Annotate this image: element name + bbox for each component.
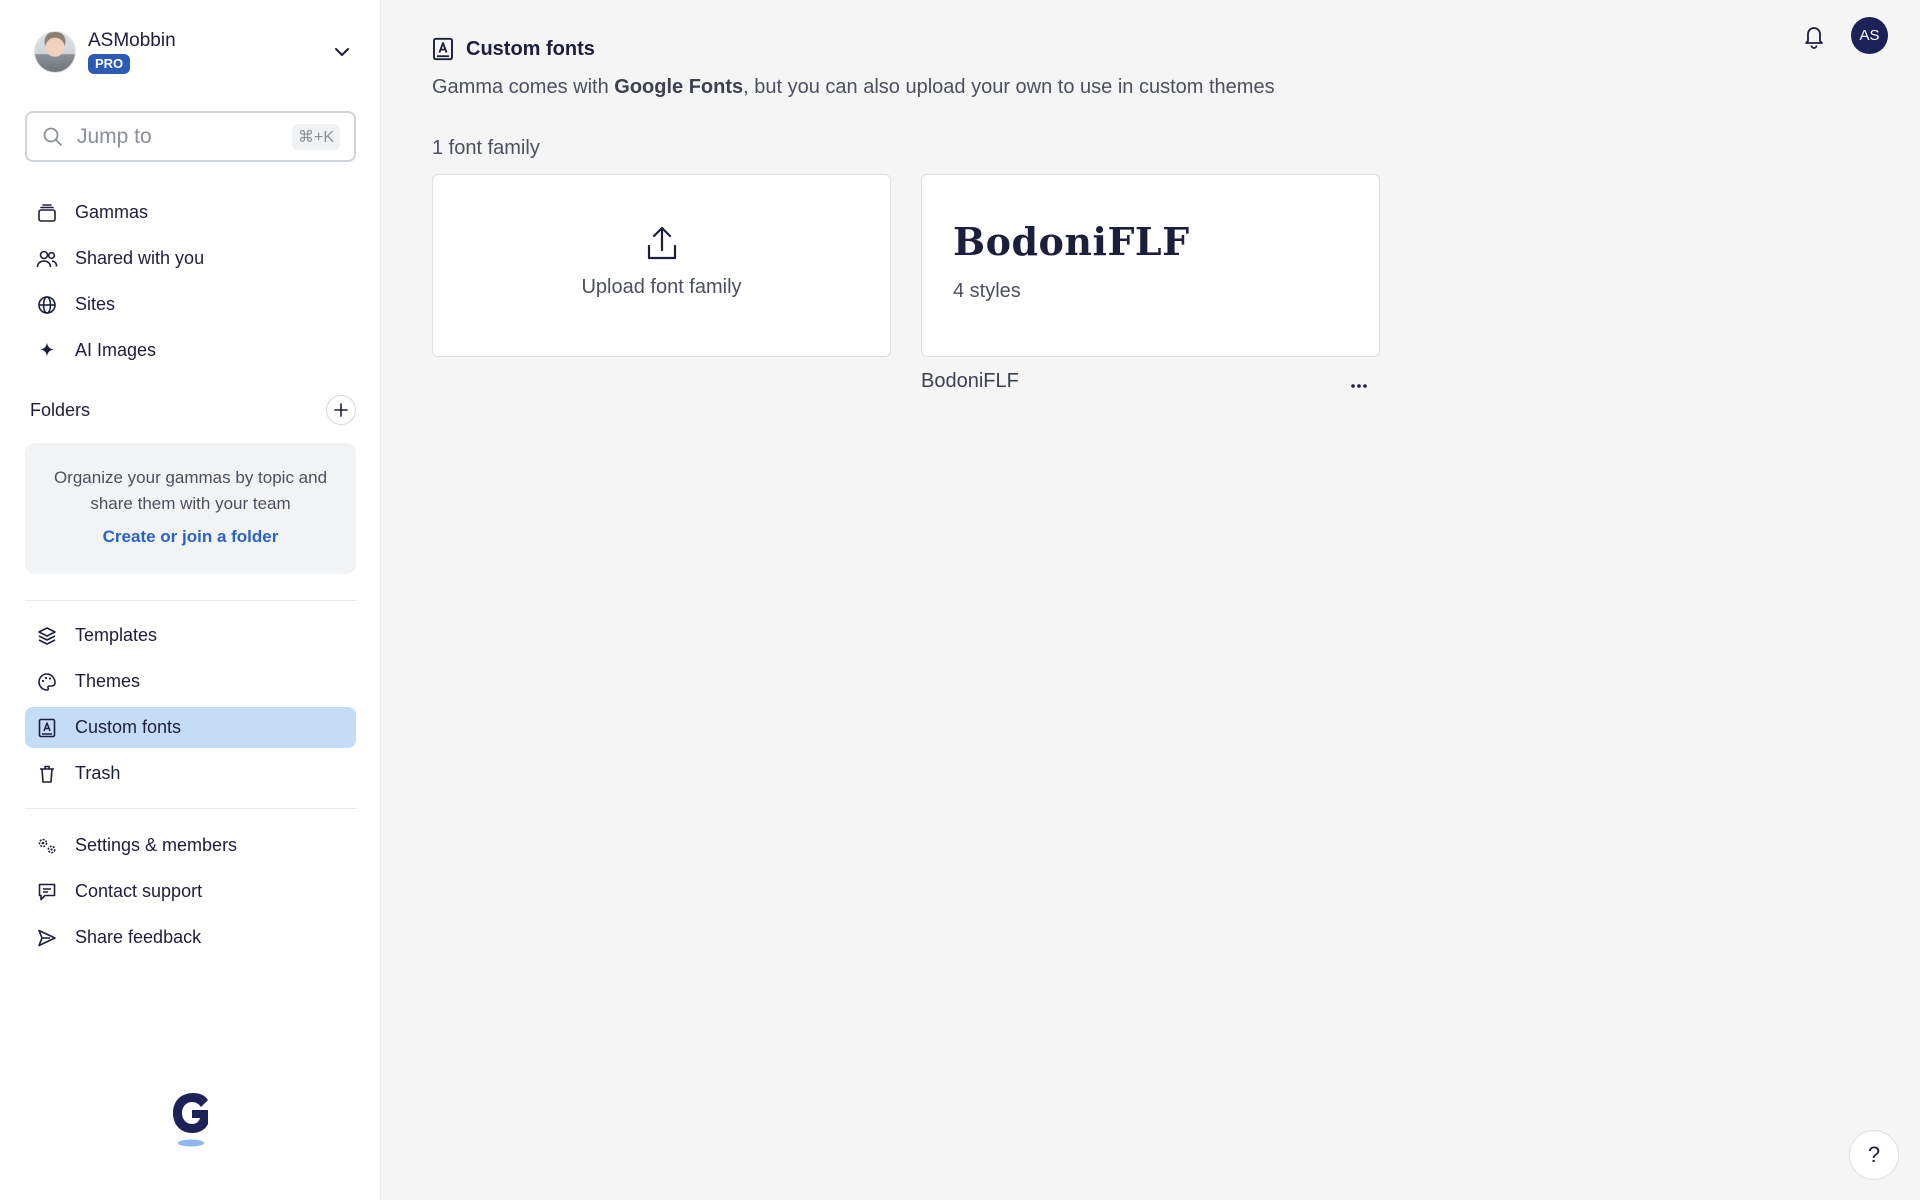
chevron-down-icon[interactable] bbox=[330, 40, 354, 64]
avatar bbox=[34, 31, 76, 73]
add-folder-button[interactable] bbox=[326, 395, 356, 425]
sidebar-item-custom-fonts[interactable]: Custom fonts bbox=[25, 707, 356, 748]
folder-empty-state: Organize your gammas by topic and share … bbox=[25, 443, 356, 574]
shortcut-hint: ⌘+K bbox=[291, 123, 340, 150]
search-input[interactable]: Jump to ⌘+K bbox=[25, 111, 356, 162]
folders-header: Folders bbox=[30, 395, 356, 425]
page-subtitle: Gamma comes with Google Fonts, but you c… bbox=[432, 76, 1275, 99]
sidebar-item-label: Themes bbox=[75, 671, 141, 691]
plus-icon bbox=[334, 403, 348, 417]
font-more-button[interactable] bbox=[1344, 372, 1374, 400]
folders-title: Folders bbox=[30, 399, 91, 420]
sparkle-icon bbox=[35, 339, 59, 363]
upload-font-label: Upload font family bbox=[581, 276, 742, 298]
search-icon bbox=[43, 127, 62, 146]
sidebar-item-label: AI Images bbox=[75, 340, 157, 360]
sidebar-item-gammas[interactable]: Gammas bbox=[25, 192, 356, 233]
help-button[interactable]: ? bbox=[1849, 1130, 1899, 1180]
gears-icon bbox=[35, 834, 59, 858]
chat-icon bbox=[35, 880, 59, 904]
account-switcher[interactable]: ASMobbin PRO bbox=[34, 26, 354, 78]
search-placeholder: Jump to bbox=[77, 124, 152, 148]
sidebar-item-ai-images[interactable]: AI Images bbox=[25, 330, 356, 371]
sidebar-item-share-feedback[interactable]: Share feedback bbox=[25, 917, 356, 958]
sidebar-item-templates[interactable]: Templates bbox=[25, 615, 356, 656]
globe-icon bbox=[35, 293, 59, 317]
user-avatar[interactable]: AS bbox=[1851, 17, 1888, 54]
sidebar-item-themes[interactable]: Themes bbox=[25, 661, 356, 702]
page-title: Custom fonts bbox=[432, 36, 595, 62]
font-book-icon bbox=[433, 37, 453, 61]
font-preview-name: BodoniFLF bbox=[953, 219, 1190, 264]
sidebar-item-label: Templates bbox=[75, 625, 158, 645]
font-book-icon bbox=[35, 716, 59, 740]
upload-font-card[interactable]: Upload font family bbox=[432, 174, 891, 357]
font-card-caption: BodoniFLF bbox=[921, 370, 1019, 392]
sidebar-item-trash[interactable]: Trash bbox=[25, 753, 356, 794]
subtitle-text-end: , but you can also upload your own to us… bbox=[743, 76, 1275, 98]
sidebar-item-label: Custom fonts bbox=[75, 717, 182, 737]
stack-icon bbox=[35, 201, 59, 225]
sidebar-item-label: Shared with you bbox=[75, 248, 205, 268]
users-icon bbox=[35, 247, 59, 271]
layers-icon bbox=[35, 624, 59, 648]
font-family-card[interactable]: BodoniFLF 4 styles bbox=[921, 174, 1380, 357]
plan-badge: PRO bbox=[88, 54, 131, 74]
upload-icon bbox=[647, 226, 676, 260]
subtitle-text: Gamma comes with bbox=[432, 76, 615, 98]
sidebar-item-label: Contact support bbox=[75, 881, 203, 901]
trash-icon bbox=[35, 762, 59, 786]
sidebar-item-shared[interactable]: Shared with you bbox=[25, 238, 356, 279]
sidebar-item-label: Sites bbox=[75, 294, 116, 314]
sidebar-item-label: Settings & members bbox=[75, 835, 238, 855]
font-style-count: 4 styles bbox=[953, 280, 1021, 302]
sidebar-item-label: Gammas bbox=[75, 202, 149, 222]
sidebar-item-contact-support[interactable]: Contact support bbox=[25, 871, 356, 912]
folder-hint-text: Organize your gammas by topic and share … bbox=[53, 468, 328, 513]
sidebar-item-label: Trash bbox=[75, 763, 121, 783]
sidebar: ASMobbin PRO Jump to ⌘+K Gammas Shared w… bbox=[0, 0, 381, 1200]
subtitle-bold: Google Fonts bbox=[614, 76, 744, 98]
page-title-text: Custom fonts bbox=[466, 37, 595, 60]
sidebar-item-label: Share feedback bbox=[75, 927, 202, 947]
account-name: ASMobbin bbox=[88, 30, 176, 51]
divider bbox=[25, 808, 356, 809]
send-icon bbox=[35, 926, 59, 950]
divider bbox=[25, 600, 356, 601]
sidebar-item-sites[interactable]: Sites bbox=[25, 284, 356, 325]
gamma-logo-icon[interactable] bbox=[168, 1090, 214, 1150]
more-icon bbox=[1351, 384, 1367, 388]
font-family-count: 1 font family bbox=[432, 137, 540, 159]
palette-icon bbox=[35, 670, 59, 694]
sidebar-item-settings[interactable]: Settings & members bbox=[25, 825, 356, 866]
create-folder-link[interactable]: Create or join a folder bbox=[25, 527, 356, 547]
bell-icon[interactable] bbox=[1800, 22, 1828, 50]
